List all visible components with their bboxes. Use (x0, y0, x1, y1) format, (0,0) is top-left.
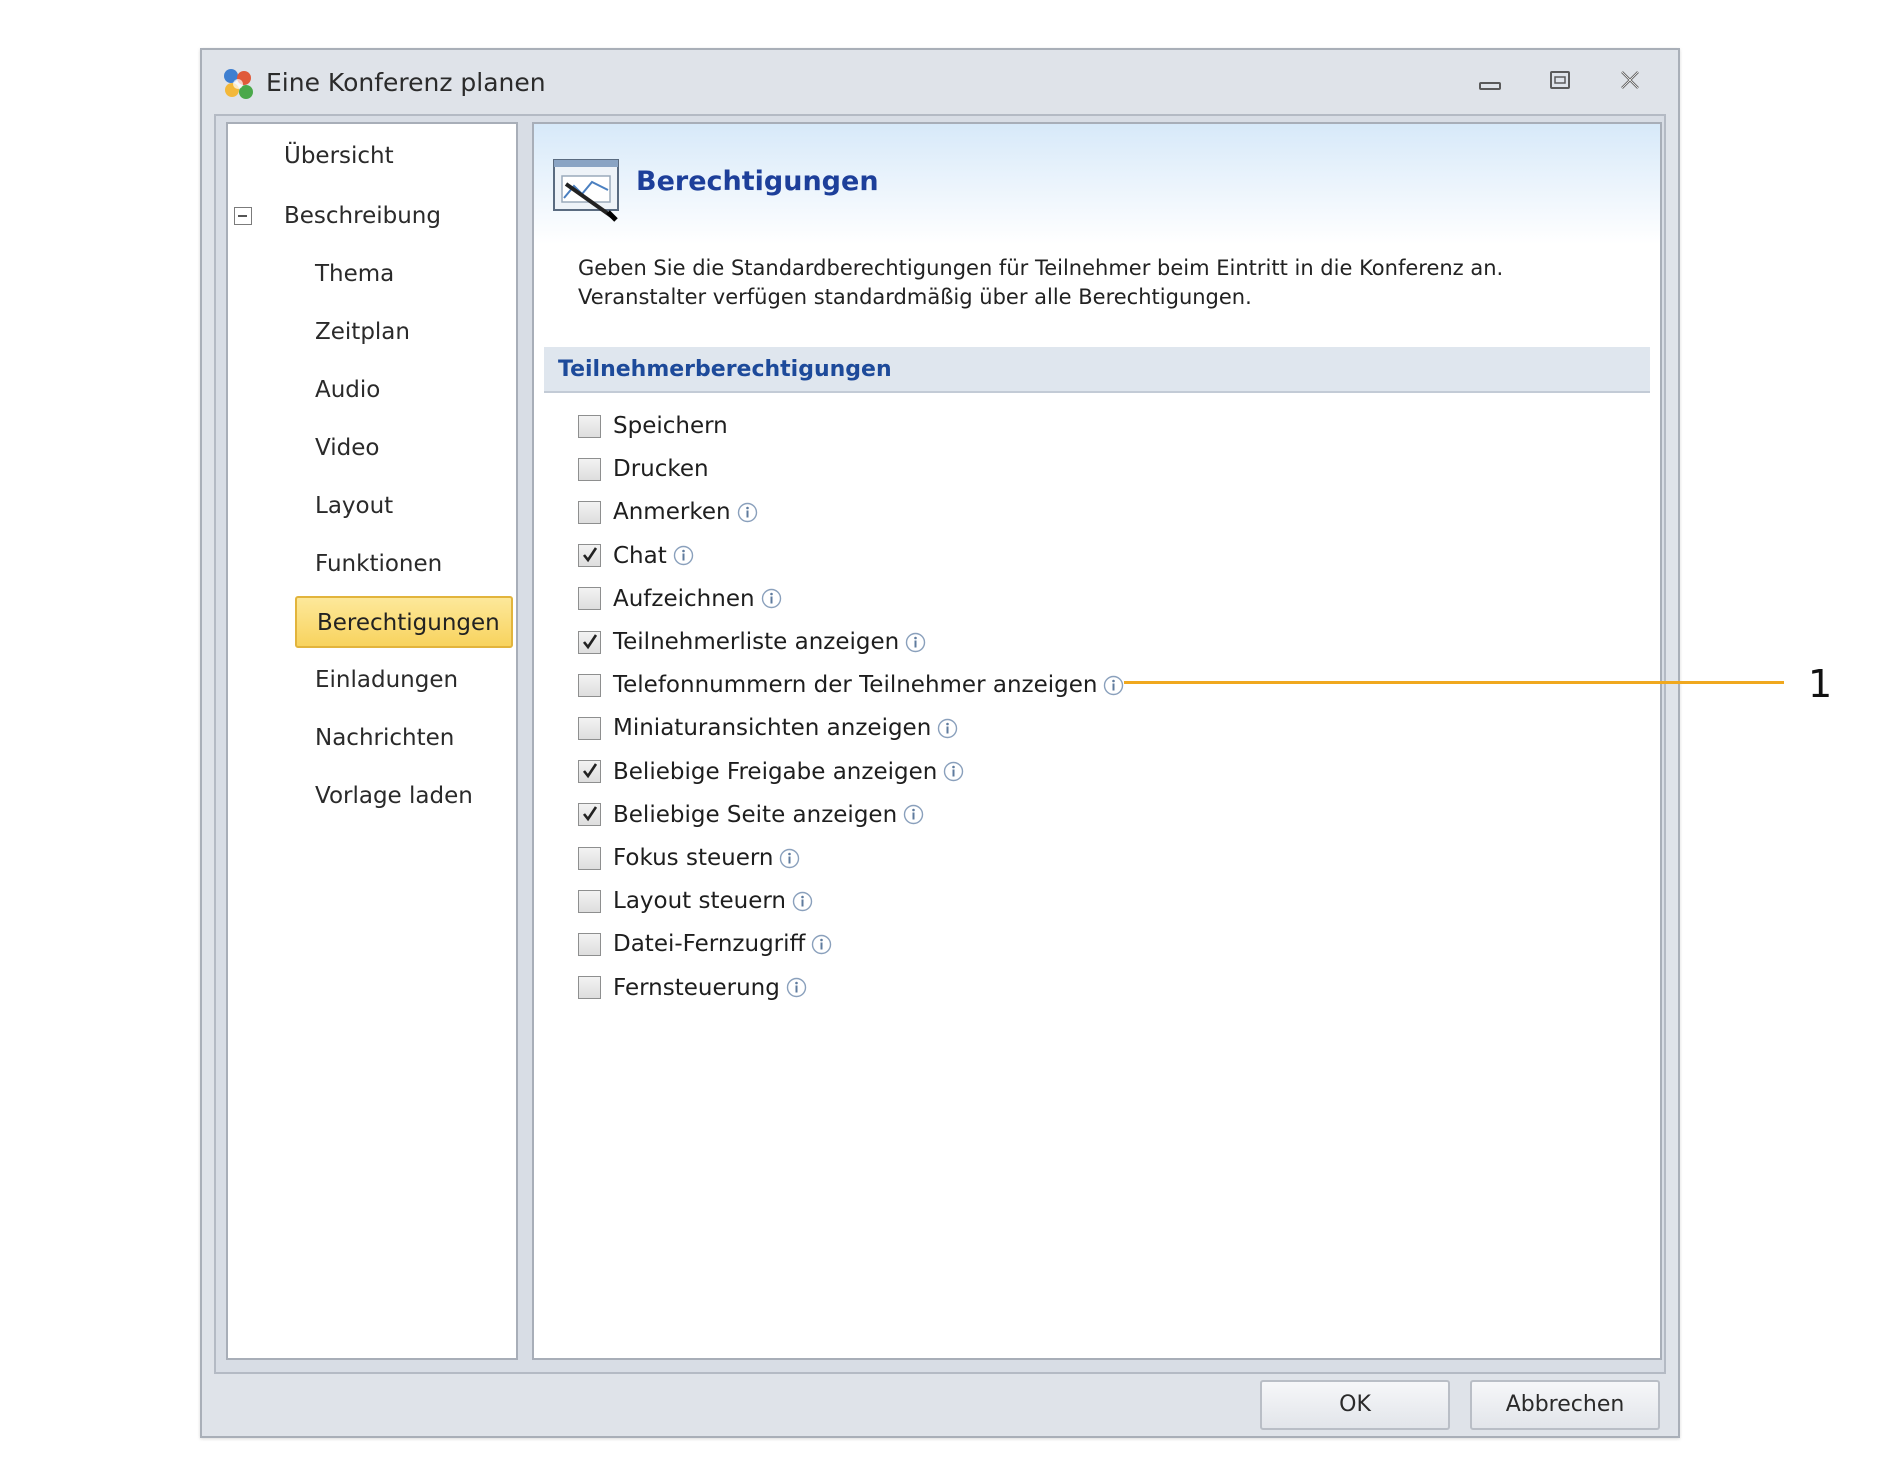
content-header: Berechtigungen (534, 124, 1660, 244)
nav-item-thema[interactable]: Thema (315, 254, 394, 294)
permission-label: Speichern (613, 413, 728, 439)
info-icon[interactable] (903, 804, 924, 825)
title-bar[interactable]: Eine Konferenz planen (202, 50, 1678, 110)
checkbox[interactable] (578, 457, 601, 481)
permission-label: Chat (613, 542, 667, 569)
checkbox[interactable] (578, 846, 601, 870)
nav-item-vorlage-laden[interactable]: Vorlage laden (315, 776, 473, 816)
permission-label: Aufzeichnen (613, 585, 755, 612)
permission-row[interactable]: Datei-Fernzugriff (578, 927, 832, 961)
permission-label: Anmerken (613, 499, 731, 526)
permission-row[interactable]: Beliebige Seite anzeigen (578, 798, 924, 832)
callout-line (1124, 681, 1784, 684)
checkbox[interactable] (578, 500, 601, 524)
callout-number: 1 (1808, 662, 1833, 706)
info-icon[interactable] (905, 632, 926, 653)
permission-label: Beliebige Seite anzeigen (613, 801, 898, 828)
permissions-icon (552, 156, 622, 222)
permission-label: Drucken (613, 456, 709, 483)
nav-item-nachrichten[interactable]: Nachrichten (315, 718, 454, 758)
checkbox[interactable] (578, 587, 601, 611)
permission-label: Layout steuern (613, 888, 787, 915)
ok-button[interactable]: OK (1260, 1380, 1450, 1430)
checkbox-checked[interactable] (578, 760, 601, 784)
info-icon[interactable] (937, 718, 958, 739)
checkbox-checked[interactable] (578, 544, 601, 568)
permission-row[interactable]: Aufzeichnen (578, 582, 782, 616)
info-icon[interactable] (792, 891, 813, 912)
close-icon[interactable] (1610, 66, 1650, 96)
nav-item-berechtigungen[interactable]: Berechtigungen (295, 596, 513, 648)
description-line-2: Veranstalter verfügen standardmäßig über… (578, 285, 1252, 309)
maximize-icon[interactable] (1540, 66, 1580, 96)
section-header: Teilnehmerberechtigungen (544, 347, 1650, 393)
permission-label: Fokus steuern (613, 845, 774, 871)
permission-label: Telefonnummern der Teilnehmer anzeigen (613, 672, 1098, 699)
section-title: Teilnehmerberechtigungen (558, 357, 892, 382)
info-icon[interactable] (943, 761, 964, 782)
permission-row[interactable]: Chat (578, 539, 694, 573)
permission-row[interactable]: Miniaturansichten anzeigen (578, 711, 958, 745)
permission-row[interactable]: Drucken (578, 452, 709, 486)
navigation-tree: Übersicht Beschreibung Thema Zeitplan Au… (226, 122, 518, 1360)
checkbox-checked[interactable] (578, 630, 601, 654)
permission-label: Teilnehmerliste anzeigen (613, 629, 900, 655)
permission-row[interactable]: Anmerken (578, 495, 758, 529)
checkbox[interactable] (578, 716, 601, 740)
checkbox-checked[interactable] (578, 803, 601, 827)
info-icon[interactable] (1103, 675, 1124, 696)
window-title: Eine Konferenz planen (266, 68, 546, 97)
permission-label: Fernsteuerung (613, 974, 780, 1001)
dialog-window: Eine Konferenz planen Übersicht Beschrei… (200, 48, 1680, 1438)
permission-label: Datei-Fernzugriff (613, 931, 806, 958)
info-icon[interactable] (811, 934, 832, 955)
permission-row[interactable]: Fernsteuerung (578, 971, 807, 1005)
collapse-icon[interactable] (234, 207, 252, 225)
nav-item-funktionen[interactable]: Funktionen (315, 544, 442, 584)
description-line-1: Geben Sie die Standardberechtigungen für… (578, 256, 1504, 280)
info-icon[interactable] (737, 502, 758, 523)
nav-item-uebersicht[interactable]: Übersicht (284, 136, 394, 176)
nav-item-audio[interactable]: Audio (315, 370, 380, 410)
permission-row[interactable]: Layout steuern (578, 884, 813, 918)
nav-item-video[interactable]: Video (315, 428, 379, 468)
permission-row[interactable]: Teilnehmerliste anzeigen (578, 625, 926, 659)
checkbox[interactable] (578, 414, 601, 438)
info-icon[interactable] (786, 977, 807, 998)
checkbox[interactable] (578, 976, 601, 1000)
permission-row[interactable]: Speichern (578, 409, 728, 443)
checkbox[interactable] (578, 673, 601, 697)
checkbox[interactable] (578, 932, 601, 956)
permission-row[interactable]: Beliebige Freigabe anzeigen (578, 755, 964, 789)
conference-app-icon (220, 66, 256, 102)
permission-row[interactable]: Telefonnummern der Teilnehmer anzeigen (578, 668, 1124, 702)
cancel-button[interactable]: Abbrechen (1470, 1380, 1660, 1430)
info-icon[interactable] (673, 545, 694, 566)
minimize-icon[interactable] (1470, 66, 1510, 96)
info-icon[interactable] (779, 848, 800, 869)
permission-label: Miniaturansichten anzeigen (613, 715, 932, 742)
nav-item-einladungen[interactable]: Einladungen (315, 660, 458, 700)
content-panel: Berechtigungen Geben Sie die Standardber… (532, 122, 1662, 1360)
nav-item-beschreibung[interactable]: Beschreibung (284, 196, 441, 236)
page-title: Berechtigungen (636, 166, 879, 197)
checkbox[interactable] (578, 889, 601, 913)
permission-row[interactable]: Fokus steuern (578, 841, 800, 875)
info-icon[interactable] (761, 588, 782, 609)
description: Geben Sie die Standardberechtigungen für… (578, 254, 1503, 312)
permission-label: Beliebige Freigabe anzeigen (613, 758, 938, 785)
nav-item-zeitplan[interactable]: Zeitplan (315, 312, 410, 352)
nav-item-layout[interactable]: Layout (315, 486, 393, 526)
